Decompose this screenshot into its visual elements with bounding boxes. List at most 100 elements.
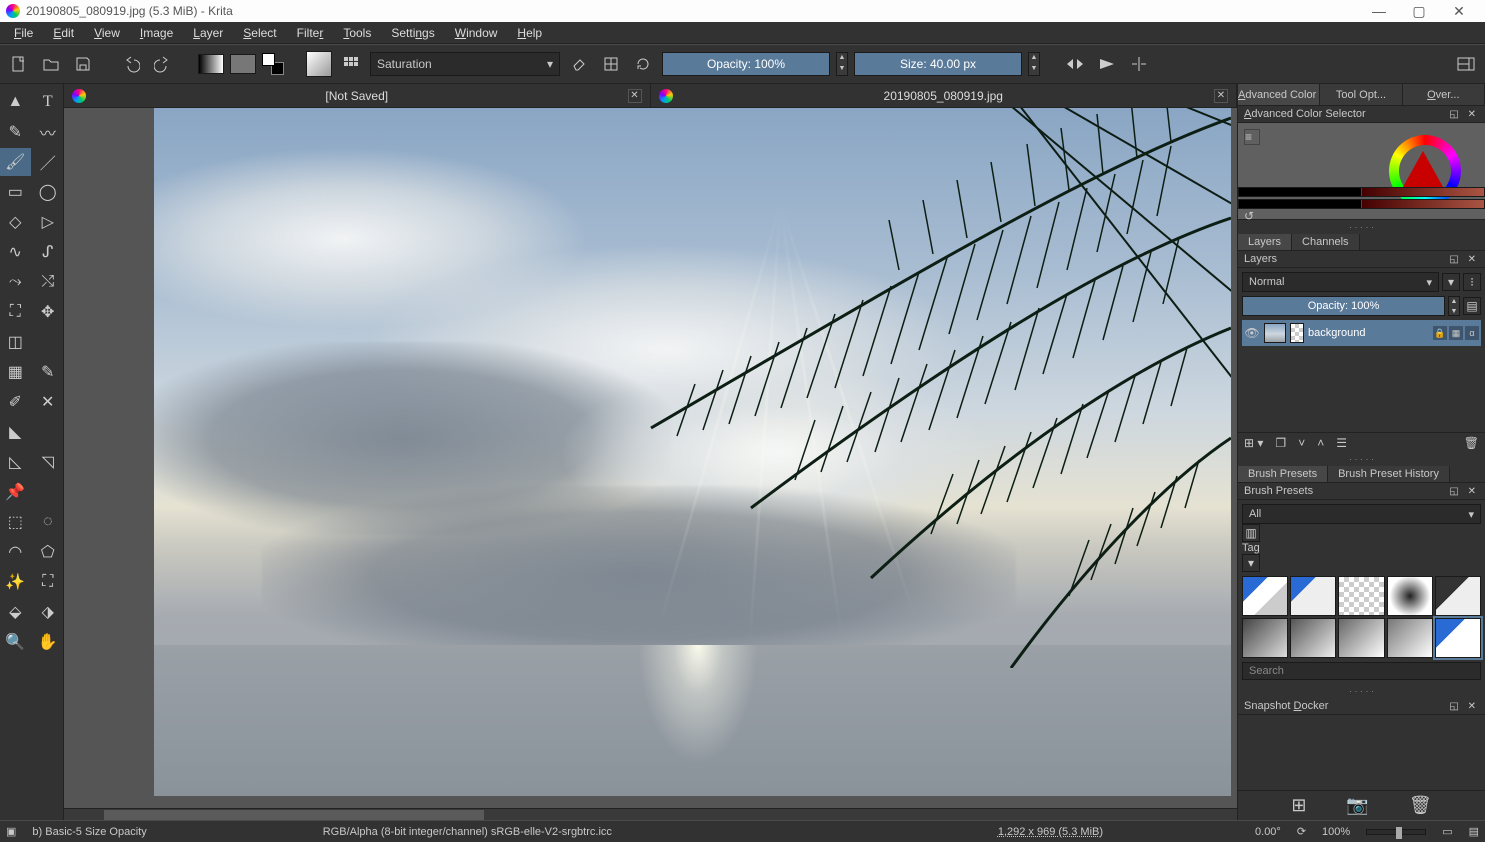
menu-select[interactable]: Select [233, 24, 286, 42]
rect-select-tool[interactable]: ⬚ [0, 508, 31, 536]
float-icon[interactable]: ◱ [1449, 109, 1461, 120]
status-color-profile[interactable]: RGB/Alpha (8-bit integer/channel) sRGB-e… [323, 826, 612, 838]
dock-tab-advanced-color[interactable]: Advanced Color Sel... [1238, 84, 1320, 105]
fill-tool[interactable]: ◣ [0, 418, 31, 446]
ellipse-select-tool[interactable]: ◌ [33, 508, 64, 536]
freehand-brush-tool[interactable]: 🖌 [0, 148, 31, 176]
shade-strip[interactable] [1238, 187, 1485, 197]
docker-grip[interactable]: · · · · · [1238, 220, 1485, 234]
freehand-path-tool[interactable]: ᔑ [33, 238, 64, 266]
magnetic-select-tool[interactable]: ⬗ [33, 598, 64, 626]
tab-layers[interactable]: Layers [1238, 234, 1292, 250]
opacity-spin[interactable]: ▲▼ [836, 52, 848, 76]
brush-preset-cell[interactable] [1290, 576, 1336, 616]
brush-preset-cell[interactable] [1338, 618, 1384, 658]
menu-layer[interactable]: Layer [183, 24, 233, 42]
advanced-color-selector[interactable]: ≡ ↺ [1238, 123, 1485, 220]
brush-preset-cell[interactable] [1435, 576, 1481, 616]
tag-menu-button[interactable]: ▾ [1242, 554, 1260, 572]
color-history-undo-icon[interactable]: ↺ [1244, 209, 1254, 223]
menu-image[interactable]: Image [130, 24, 183, 42]
status-zoom[interactable]: 100% [1322, 826, 1350, 838]
assistant-tool[interactable]: ◺ [0, 448, 31, 476]
rotation-reset-icon[interactable]: ⟳ [1297, 825, 1306, 838]
close-tab-icon[interactable]: ✕ [628, 89, 642, 103]
menu-window[interactable]: Window [445, 24, 508, 42]
float-icon[interactable]: ◱ [1449, 486, 1461, 497]
text-tool[interactable]: T [33, 88, 64, 116]
poly-select-tool[interactable]: ⬠ [33, 538, 64, 566]
tab-channels[interactable]: Channels [1292, 234, 1359, 250]
layer-opacity-spin[interactable]: ▲▼ [1448, 296, 1460, 316]
delete-snapshot-button[interactable]: 🗑 [1409, 795, 1432, 816]
alpha-lock-toggle[interactable] [598, 51, 624, 77]
menu-help[interactable]: Help [507, 24, 552, 42]
smart-fill-tool[interactable]: ✕ [33, 388, 64, 416]
document-tab-unsaved[interactable]: [Not Saved] ✕ [64, 84, 651, 107]
layer-settings-button[interactable]: ⁝ [1463, 273, 1481, 291]
color-triangle[interactable] [1403, 151, 1443, 187]
move-layer-up-button[interactable]: ˄ [1317, 436, 1324, 450]
menu-view[interactable]: View [84, 24, 130, 42]
docker-grip[interactable]: · · · · · [1238, 452, 1485, 466]
docker-grip[interactable]: · · · · · [1238, 684, 1485, 698]
lock-icon[interactable]: 🔒 [1433, 326, 1447, 340]
close-icon[interactable]: ✕ [1468, 486, 1479, 497]
float-icon[interactable]: ◱ [1449, 254, 1461, 265]
close-icon[interactable]: ✕ [1468, 109, 1479, 120]
visibility-icon[interactable]: 👁 [1244, 326, 1260, 340]
selection-mask-icon[interactable]: ▣ [6, 825, 16, 838]
pan-tool[interactable]: ✋ [33, 628, 64, 656]
menu-file[interactable]: File [4, 24, 43, 42]
horizontal-scrollbar[interactable] [64, 808, 1237, 820]
brush-preset-chooser[interactable] [306, 51, 332, 77]
calligraphy-tool[interactable]: 〰 [33, 118, 64, 146]
transform-tool[interactable]: ⛶ [0, 298, 31, 326]
brush-size-slider[interactable]: Size: 40.00 px [854, 52, 1022, 76]
contiguous-select-tool[interactable]: ✨ [0, 568, 31, 596]
fg-bg-color-swatch[interactable] [262, 53, 284, 75]
duplicate-layer-button[interactable]: ❐ [1275, 436, 1286, 450]
inherit-alpha-icon[interactable]: α [1465, 326, 1479, 340]
brush-editor-button[interactable] [338, 51, 364, 77]
menu-filter[interactable]: Filter [287, 24, 334, 42]
redo-button[interactable] [150, 51, 176, 77]
close-tab-icon[interactable]: ✕ [1214, 89, 1228, 103]
eraser-toggle[interactable] [566, 51, 592, 77]
open-file-button[interactable] [38, 51, 64, 77]
brush-preset-cell[interactable] [1242, 618, 1288, 658]
gradient-tool[interactable]: ▦ [0, 358, 31, 386]
freehand-select-tool[interactable]: ◠ [0, 538, 31, 566]
close-button[interactable]: ✕ [1439, 3, 1479, 20]
preset-view-button[interactable]: ▥ [1242, 524, 1260, 542]
multibrush-tool[interactable]: ⤭ [33, 268, 64, 296]
brush-search-input[interactable]: Search [1242, 662, 1481, 680]
canvas-viewport[interactable] [64, 108, 1237, 808]
mirror-horizontal-button[interactable] [1062, 51, 1088, 77]
dynamic-brush-tool[interactable]: ⤳ [0, 268, 31, 296]
color-settings-icon[interactable]: ≡ [1244, 129, 1260, 145]
add-snapshot-button[interactable]: ⊞ [1291, 795, 1306, 816]
gradient-swatch[interactable] [198, 54, 224, 74]
bezier-tool[interactable]: ∿ [0, 238, 31, 266]
delete-layer-button[interactable]: 🗑 [1464, 436, 1479, 450]
minimize-button[interactable]: — [1359, 3, 1399, 19]
ellipse-tool[interactable]: ◯ [33, 178, 64, 206]
close-icon[interactable]: ✕ [1468, 701, 1479, 712]
zoom-fit-icon[interactable]: ▭ [1442, 825, 1452, 838]
fullscreen-canvas-icon[interactable]: ▤ [1469, 825, 1479, 838]
brush-preset-cell[interactable] [1387, 576, 1433, 616]
pattern-edit-tool[interactable]: ✐ [0, 388, 31, 416]
similar-select-tool[interactable]: ⛶ [33, 568, 64, 596]
polygon-tool[interactable]: ◇ [0, 208, 31, 236]
layer-thumbnail-size-button[interactable]: ▤ [1463, 297, 1481, 315]
opacity-slider[interactable]: Opacity: 100% [662, 52, 830, 76]
brush-preset-cell[interactable] [1387, 618, 1433, 658]
blend-mode-combo[interactable]: Saturation ▾ [370, 52, 560, 76]
tab-brush-history[interactable]: Brush Preset History [1328, 466, 1450, 482]
brush-preset-cell[interactable] [1290, 618, 1336, 658]
wrap-around-button[interactable] [1126, 51, 1152, 77]
workspace-chooser-button[interactable] [1453, 51, 1479, 77]
status-dimensions[interactable]: 1,292 x 969 (5.3 MiB) [998, 826, 1103, 838]
layer-properties-button[interactable]: ☰ [1336, 436, 1347, 450]
